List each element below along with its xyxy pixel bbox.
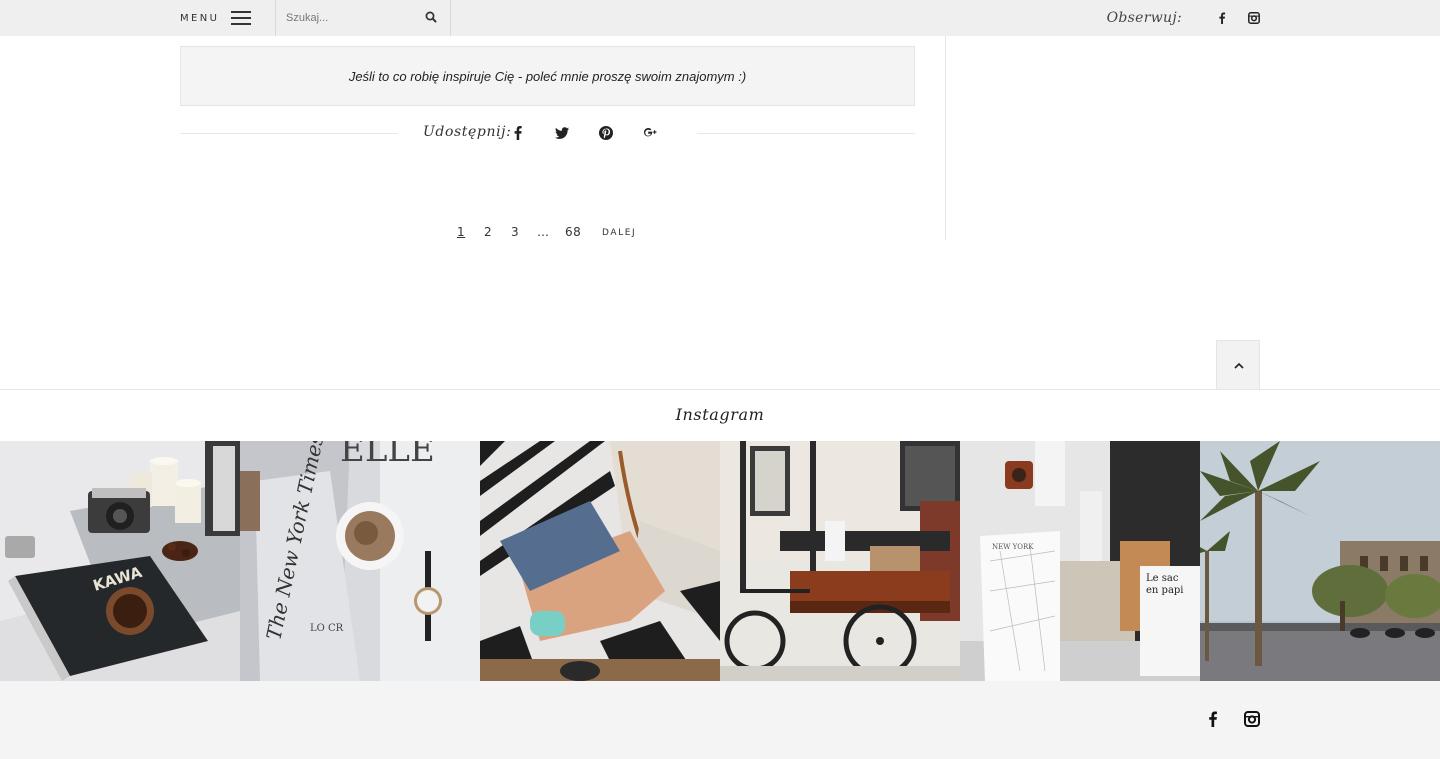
- hamburger-icon: [231, 11, 252, 25]
- footer-instagram-icon[interactable]: [1244, 711, 1260, 727]
- svg-text:en papi: en papi: [1146, 585, 1184, 596]
- page-link-3[interactable]: 3: [511, 225, 519, 239]
- back-to-top-button[interactable]: [1216, 340, 1260, 390]
- footer-facebook-icon[interactable]: [1205, 711, 1221, 727]
- instagram-title: Instagram: [675, 405, 765, 424]
- svg-text:NEW YORK: NEW YORK: [992, 543, 1034, 551]
- svg-text:LO CR: LO CR: [310, 623, 344, 634]
- instagram-photo-1[interactable]: KAWA: [0, 441, 240, 681]
- menu-button[interactable]: MENU: [180, 0, 275, 36]
- search-box: [275, 0, 451, 36]
- pinterest-icon[interactable]: [598, 125, 614, 141]
- footer: [0, 681, 1440, 759]
- twitter-icon[interactable]: [554, 125, 570, 141]
- svg-text:Le sac: Le sac: [1146, 573, 1179, 584]
- google-plus-icon[interactable]: [642, 125, 658, 141]
- share-divider-left: [180, 133, 398, 134]
- facebook-icon[interactable]: [510, 125, 526, 141]
- page-link-1[interactable]: 1: [457, 225, 465, 239]
- section-divider: [0, 389, 1440, 390]
- sidebar-divider: [945, 36, 946, 240]
- page-link-68[interactable]: 68: [565, 225, 581, 239]
- instagram-icon[interactable]: [1248, 12, 1260, 24]
- search-icon[interactable]: [424, 10, 438, 24]
- search-input[interactable]: [286, 9, 416, 27]
- recommend-text: Jeśli to co robię inspiruje Cię - poleć …: [348, 68, 747, 84]
- page-ellipsis: …: [537, 225, 550, 239]
- menu-label: MENU: [180, 12, 220, 24]
- top-navigation-bar: MENU Obserwuj:: [0, 0, 1440, 36]
- instagram-photo-2[interactable]: The New York Times ELLE LO CR: [240, 441, 480, 681]
- follow-section: Obserwuj:: [1107, 0, 1260, 36]
- share-label: Udostępnij:: [423, 124, 512, 140]
- recommend-box: Jeśli to co robię inspiruje Cię - poleć …: [180, 46, 915, 106]
- instagram-photo-4[interactable]: [720, 441, 960, 681]
- follow-label: Obserwuj:: [1106, 10, 1182, 26]
- instagram-photo-5[interactable]: NEW YORK Le sac en papi: [960, 441, 1200, 681]
- facebook-icon[interactable]: [1216, 12, 1228, 24]
- next-page-link[interactable]: DALEJ: [602, 228, 636, 238]
- page-link-2[interactable]: 2: [484, 225, 492, 239]
- share-divider-right: [697, 133, 915, 134]
- instagram-grid: KAWA The New York Times ELLE LO CR NEW Y…: [0, 441, 1440, 681]
- pagination: 1 2 3 … 68 DALEJ: [0, 225, 1440, 241]
- svg-text:ELLE: ELLE: [340, 441, 435, 470]
- instagram-photo-6[interactable]: [1200, 441, 1440, 681]
- chevron-up-icon: [1234, 362, 1244, 369]
- instagram-photo-3[interactable]: [480, 441, 720, 681]
